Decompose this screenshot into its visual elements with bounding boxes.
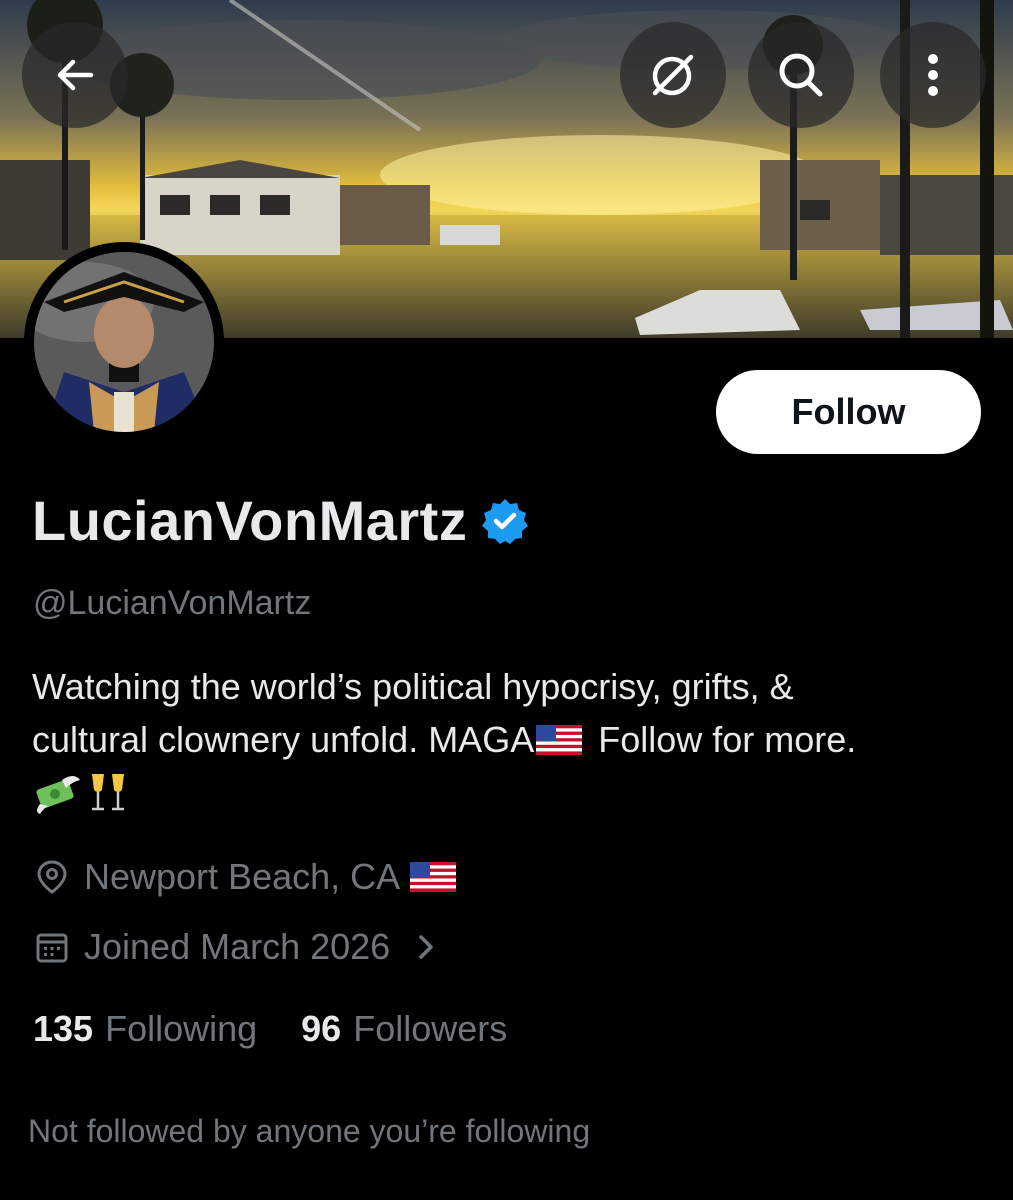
us-flag-icon <box>536 725 583 755</box>
follow-button[interactable]: Follow <box>716 370 981 454</box>
us-flag-icon <box>410 862 457 892</box>
bio-line-2-part-a: cultural clownery unfold. MAGA <box>32 719 535 760</box>
joined-text: Joined March 2026 <box>84 926 391 967</box>
avatar-image <box>34 252 214 432</box>
clinking-glasses-icon <box>92 774 124 811</box>
grok-button[interactable] <box>620 22 726 128</box>
name-row: LucianVonMartz <box>32 488 529 553</box>
followers-label: Followers <box>353 1008 508 1049</box>
follow-stats: 135 Following 96 Followers <box>33 1008 551 1050</box>
location-pin-icon <box>37 860 67 894</box>
search-icon <box>779 53 823 97</box>
verified-badge-icon[interactable] <box>481 497 529 545</box>
mutual-followers-text: Not followed by anyone you’re following <box>28 1113 591 1149</box>
user-handle: @LucianVonMartz <box>33 584 312 622</box>
location-row: Newport Beach, CA <box>34 856 462 898</box>
following-link[interactable]: 135 Following <box>33 1008 257 1050</box>
calendar-icon <box>36 933 68 963</box>
followers-count: 96 <box>301 1008 342 1049</box>
bio-line-1: Watching the world’s political hypocrisy… <box>32 666 794 707</box>
followers-link[interactable]: 96 Followers <box>301 1008 507 1050</box>
money-with-wings-icon <box>36 776 80 814</box>
avatar-portrait <box>34 252 214 432</box>
profile-bio: Watching the world’s political hypocrisy… <box>32 660 982 814</box>
joined-row[interactable]: Joined March 2026 <box>34 926 438 968</box>
more-button[interactable] <box>880 22 986 128</box>
following-label: Following <box>105 1008 258 1049</box>
bio-line-2: cultural clownery unfold. MAGA Follow fo… <box>32 713 982 766</box>
bio-line-2-part-b: Follow for more. <box>588 719 857 760</box>
back-button[interactable] <box>22 22 128 128</box>
location-text: Newport Beach, CA <box>84 856 401 897</box>
avatar[interactable] <box>24 242 224 442</box>
arrow-left-icon <box>57 59 94 91</box>
bio-emoji-row <box>32 770 982 814</box>
display-name: LucianVonMartz <box>32 489 468 552</box>
more-vertical-icon <box>928 54 938 96</box>
chevron-right-icon <box>419 935 433 959</box>
search-button[interactable] <box>748 22 854 128</box>
following-count: 135 <box>33 1008 94 1049</box>
profile-page: Follow LucianVonMartz @LucianVonMartz Wa… <box>0 0 1013 1200</box>
grok-icon <box>652 54 694 96</box>
